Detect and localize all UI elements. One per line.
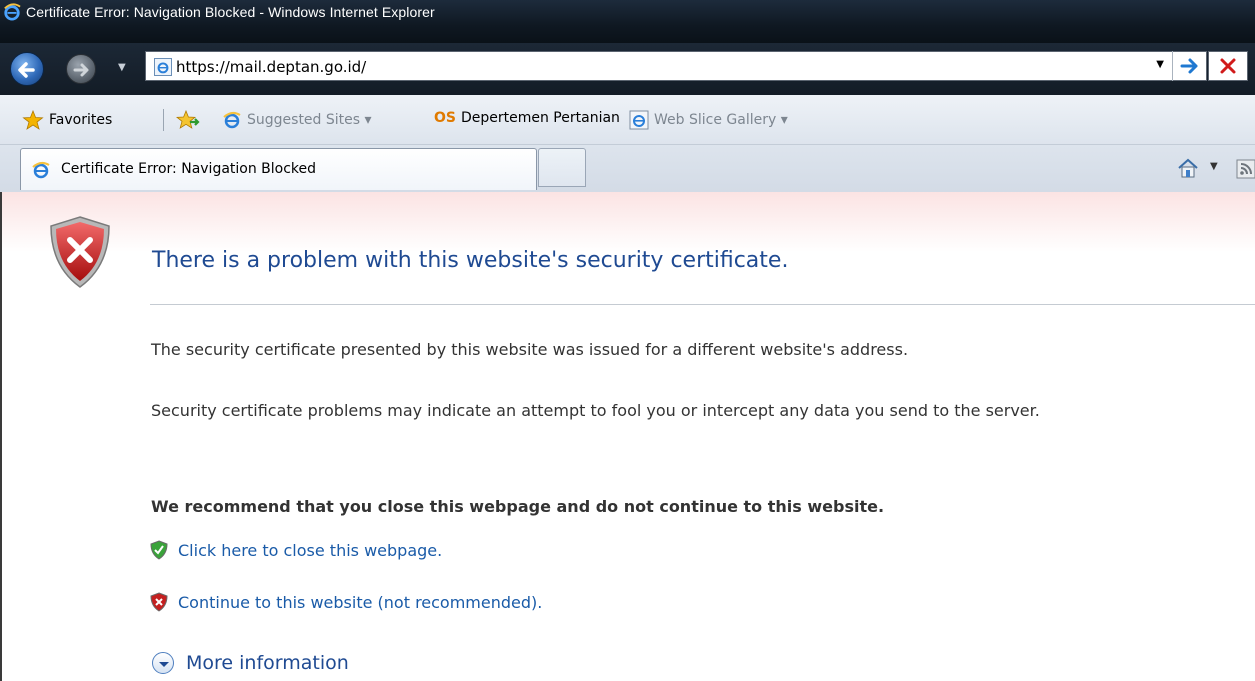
navigation-bar: ▼ ▼ xyxy=(0,43,1255,95)
home-icon[interactable] xyxy=(1176,156,1200,180)
error-shield-icon xyxy=(50,216,110,288)
address-dropdown-icon[interactable]: ▼ xyxy=(1156,59,1164,70)
go-arrow-icon xyxy=(1180,58,1198,74)
security-warning-text: Security certificate problems may indica… xyxy=(151,401,1040,420)
more-information-label: More information xyxy=(186,652,349,674)
error-gradient-band xyxy=(2,192,1255,252)
page-ie-icon xyxy=(154,58,172,76)
back-arrow-icon xyxy=(18,62,35,78)
forward-arrow-icon xyxy=(73,63,89,77)
depertemen-pertanian-link[interactable]: OS Depertemen Pertanian xyxy=(434,110,620,126)
feeds-icon[interactable] xyxy=(1236,159,1255,179)
recommendation-text: We recommend that you close this webpage… xyxy=(151,497,885,516)
add-favorite-star-icon xyxy=(176,110,200,129)
forward-button[interactable] xyxy=(66,54,96,84)
tab-label: Certificate Error: Navigation Blocked xyxy=(61,161,317,177)
stop-button[interactable] xyxy=(1208,51,1248,81)
close-webpage-label: Click here to close this webpage. xyxy=(178,540,443,560)
tab-ie-icon xyxy=(32,161,50,179)
web-slice-gallery-link[interactable]: Web Slice Gallery ▾ xyxy=(629,110,788,130)
tab-certificate-error[interactable]: Certificate Error: Navigation Blocked xyxy=(20,148,537,190)
expand-chevron-icon xyxy=(152,652,174,674)
depertemen-pertanian-label: Depertemen Pertanian xyxy=(460,110,620,126)
home-dropdown-icon[interactable]: ▼ xyxy=(1210,161,1218,172)
red-x-shield-icon xyxy=(150,592,168,612)
favorites-bar: Favorites Suggested Sites ▾ OS Deperteme… xyxy=(0,95,1255,145)
favorites-star-icon xyxy=(22,110,44,130)
ie-logo-icon xyxy=(4,3,21,21)
ie-page-icon xyxy=(629,110,649,130)
title-bar: Certificate Error: Navigation Blocked - … xyxy=(0,0,1255,43)
continue-to-website-label: Continue to this website (not recommende… xyxy=(178,592,543,612)
page-title: There is a problem with this website's s… xyxy=(152,248,789,273)
ie-icon xyxy=(223,111,241,129)
address-bar: ▼ xyxy=(145,51,1207,81)
url-input[interactable] xyxy=(176,56,1076,78)
favorites-button[interactable]: Favorites xyxy=(22,110,112,130)
close-webpage-link[interactable]: Click here to close this webpage. xyxy=(150,540,442,560)
web-slice-gallery-label: Web Slice Gallery ▾ xyxy=(654,112,788,128)
new-tab-button[interactable] xyxy=(538,148,586,187)
favorites-label: Favorites xyxy=(49,112,113,128)
favorites-separator xyxy=(163,109,164,131)
certificate-mismatch-text: The security certificate presented by th… xyxy=(151,340,909,359)
continue-to-website-link[interactable]: Continue to this website (not recommende… xyxy=(150,592,542,612)
suggested-sites-link[interactable]: Suggested Sites ▾ xyxy=(222,110,372,130)
stop-x-icon xyxy=(1220,58,1236,74)
suggested-sites-label: Suggested Sites ▾ xyxy=(247,112,372,128)
window-title: Certificate Error: Navigation Blocked - … xyxy=(26,4,435,20)
divider xyxy=(150,304,1255,305)
more-information-toggle[interactable]: More information xyxy=(152,652,349,674)
recent-pages-dropdown-icon[interactable]: ▼ xyxy=(118,62,126,73)
tab-row: Certificate Error: Navigation Blocked ▼ xyxy=(0,145,1255,192)
page-content: There is a problem with this website's s… xyxy=(0,192,1255,681)
os-badge-icon: OS xyxy=(434,110,456,126)
go-button[interactable] xyxy=(1172,51,1206,81)
green-check-shield-icon xyxy=(150,540,168,560)
back-button[interactable] xyxy=(10,52,44,86)
add-to-favorites-bar-button[interactable] xyxy=(176,110,200,130)
